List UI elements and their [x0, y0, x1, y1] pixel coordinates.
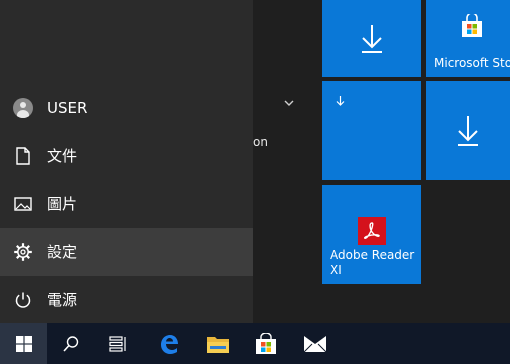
download-tile-3[interactable]	[426, 81, 510, 180]
documents-item[interactable]: 文件	[0, 132, 253, 180]
task-view-icon	[109, 335, 126, 352]
store-button[interactable]	[242, 323, 290, 364]
download-tile-2[interactable]	[322, 81, 421, 180]
download-arrow-icon	[336, 92, 345, 111]
settings-item[interactable]: 設定	[0, 228, 253, 276]
edge-icon	[161, 334, 178, 354]
user-avatar-icon	[12, 97, 34, 119]
power-item[interactable]: 電源	[0, 276, 253, 324]
user-label: USER	[47, 99, 88, 117]
taskbar	[0, 323, 510, 364]
file-explorer-button[interactable]	[194, 323, 242, 364]
power-icon	[12, 289, 34, 311]
user-account-item[interactable]: USER	[0, 84, 253, 132]
download-arrow-icon	[322, 0, 421, 77]
microsoft-store-tile[interactable]: Microsoft Store	[426, 0, 510, 77]
documents-label: 文件	[47, 147, 78, 165]
download-tile-1[interactable]	[322, 0, 421, 77]
task-view-button[interactable]	[94, 323, 142, 364]
windows-start-button[interactable]	[0, 323, 47, 364]
adobe-reader-tile[interactable]: Adobe Reader XI	[322, 185, 421, 284]
store-bag-icon	[461, 12, 483, 42]
edge-button[interactable]	[145, 323, 193, 364]
settings-label: 設定	[47, 243, 78, 261]
windows-logo-icon	[15, 335, 32, 352]
pictures-item[interactable]: 圖片	[0, 180, 253, 228]
search-button[interactable]	[47, 323, 95, 364]
folder-icon	[207, 336, 229, 353]
adobe-reader-label: Adobe Reader XI	[330, 248, 415, 277]
start-menu-rail: USER 文件 圖片 設定 電源	[0, 0, 253, 323]
pictures-label: 圖片	[47, 195, 78, 213]
document-icon	[12, 145, 34, 167]
picture-icon	[12, 193, 34, 215]
download-arrow-icon	[426, 81, 510, 180]
power-label: 電源	[47, 291, 78, 309]
chevron-down-icon[interactable]	[284, 96, 294, 110]
search-icon	[63, 335, 79, 352]
store-bag-icon	[256, 332, 276, 354]
gear-icon	[12, 241, 34, 263]
app-list-area: on	[253, 0, 322, 323]
app-list-item-partial[interactable]: on	[253, 135, 268, 149]
mail-icon	[303, 335, 327, 352]
microsoft-store-label: Microsoft Store	[434, 56, 510, 70]
mail-button[interactable]	[291, 323, 339, 364]
adobe-reader-icon	[358, 217, 386, 245]
